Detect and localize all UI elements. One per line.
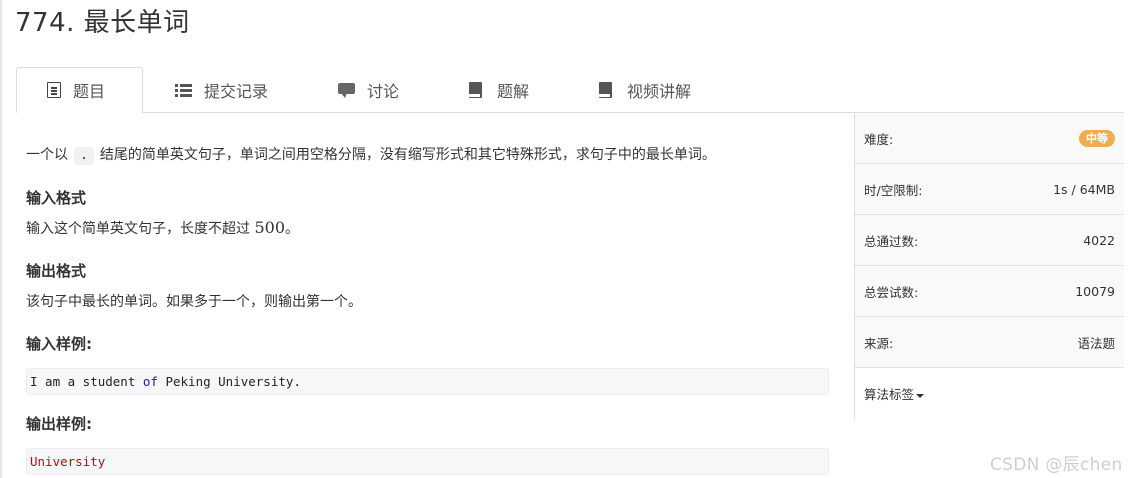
book-icon (598, 82, 615, 98)
tab-label: 提交记录 (204, 82, 269, 101)
tab-label: 题解 (497, 82, 530, 101)
sample-output-code[interactable]: University (26, 448, 829, 475)
intro-text: 结尾的简单英文句子，单词之间用空格分隔，没有缩写形式和其它特殊形式，求句子中的最… (99, 147, 716, 163)
left-border (0, 0, 2, 478)
inline-code: . (74, 147, 94, 165)
input-format-text: 输入这个简单英文句子，长度不超过 500。 (26, 218, 299, 237)
list-icon (175, 82, 192, 98)
length-limit: 500 (254, 218, 285, 237)
problem-content: 一个以. 结尾的简单英文句子，单词之间用空格分隔，没有缩写形式和其它特殊形式，求句… (26, 113, 830, 165)
source-link[interactable]: 语法题 (1077, 333, 1115, 352)
limit-row: 时/空限制: 1s / 64MB (855, 164, 1124, 215)
caret-down-icon (916, 393, 925, 398)
tab-solutions[interactable]: 题解 (436, 67, 566, 113)
chat-icon (338, 82, 355, 98)
tab-discussion[interactable]: 讨论 (306, 67, 436, 113)
tab-label: 题目 (73, 82, 106, 101)
tab-label: 视频讲解 (627, 82, 692, 101)
problem-info-panel: 难度: 中等 时/空限制: 1s / 64MB 总通过数: 4022 总尝试数:… (854, 113, 1124, 419)
problem-description: 一个以. 结尾的简单英文句子，单词之间用空格分隔，没有缩写形式和其它特殊形式，求句… (26, 145, 830, 165)
page-title: 774. 最长单词 (15, 8, 190, 38)
tried-row: 总尝试数: 10079 (855, 266, 1124, 317)
source-row: 来源: 语法题 (855, 317, 1124, 368)
tab-submissions[interactable]: 提交记录 (143, 67, 306, 113)
tab-label: 讨论 (367, 82, 400, 101)
tab-video[interactable]: 视频讲解 (566, 67, 726, 113)
output-format-heading: 输出格式 (26, 262, 87, 280)
tab-problem[interactable]: 题目 (16, 67, 143, 113)
passed-row: 总通过数: 4022 (855, 215, 1124, 266)
intro-text: 一个以 (26, 147, 68, 163)
output-format-text: 该句子中最长的单词。如果多于一个，则输出第一个。 (26, 294, 362, 310)
watermark: CSDN @辰chen (990, 455, 1123, 475)
sample-input-heading: 输入样例: (26, 335, 92, 353)
difficulty-badge: 中等 (1079, 129, 1115, 147)
sample-input-code[interactable]: I am a student of Peking University. (26, 368, 829, 395)
tab-bar: 题目 提交记录 讨论 题解 视频讲解 (16, 67, 1124, 113)
algorithm-tags-toggle[interactable]: 算法标签 (864, 384, 925, 403)
input-format-heading: 输入格式 (26, 189, 87, 207)
sample-output-heading: 输出样例: (26, 415, 92, 433)
difficulty-row: 难度: 中等 (855, 113, 1124, 164)
book-icon (468, 82, 485, 98)
algorithm-tags-row[interactable]: 算法标签 (855, 368, 1124, 419)
doc-icon (47, 82, 61, 98)
